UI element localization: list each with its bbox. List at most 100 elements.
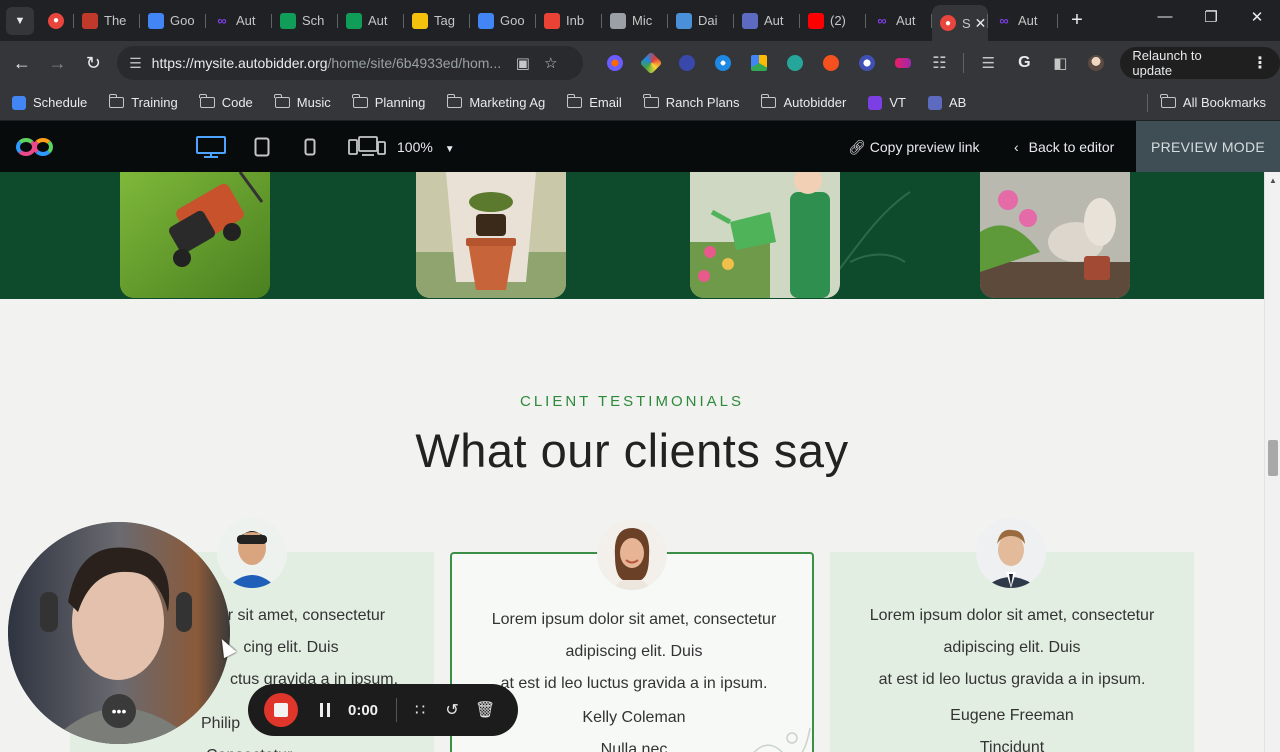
pause-icon[interactable] (320, 703, 330, 717)
stop-recording-button[interactable] (264, 693, 298, 727)
tab-label: Tag (434, 13, 455, 28)
reload-icon[interactable]: ↻ (75, 53, 111, 74)
chevron-down-icon: ▼ (444, 144, 455, 155)
scroll-up-icon[interactable]: ▲ (1269, 176, 1277, 185)
camera-icon[interactable]: ▣ (516, 55, 544, 72)
back-to-editor-button[interactable]: ‹ Back to editor (1014, 139, 1114, 155)
autobidder-logo-icon[interactable] (16, 136, 56, 158)
tab-2[interactable]: Goo (140, 5, 206, 37)
all-devices-icon[interactable] (348, 136, 386, 158)
tab-active-label: S (962, 15, 971, 31)
address-bar[interactable]: ☰ https://mysite.autobidder.org/home/sit… (117, 46, 584, 80)
device-switcher (196, 136, 386, 158)
tab-6[interactable]: Tag (404, 5, 470, 37)
desktop-view-icon[interactable] (196, 136, 226, 158)
bookmark-1[interactable]: Training (108, 94, 178, 110)
bookmark-2[interactable]: Code (199, 94, 253, 110)
extensions: ☷ ☰ G ◧ (597, 51, 1114, 75)
extension-t-icon[interactable] (813, 53, 849, 73)
playlist-icon[interactable]: ☰ (970, 53, 1006, 73)
bookmark-4[interactable]: Planning (352, 94, 426, 110)
site-settings-icon[interactable]: ☰ (129, 55, 142, 72)
extension-pink-icon[interactable] (885, 53, 921, 73)
bookmark-6[interactable]: Email (566, 94, 622, 110)
trash-icon[interactable]: 🗑︎ (475, 700, 495, 720)
folder-icon (274, 94, 290, 108)
bookmark-label: Marketing Ag (469, 95, 546, 110)
bookmark-3[interactable]: Music (274, 94, 331, 110)
google-icon[interactable]: G (1006, 53, 1042, 73)
extension-flower-icon[interactable] (597, 53, 633, 73)
all-bookmarks-button[interactable]: All Bookmarks (1160, 94, 1266, 110)
tab-8[interactable]: Inb (536, 5, 602, 37)
tab-12[interactable]: (2) (800, 5, 866, 37)
profile-avatar[interactable] (1078, 53, 1114, 73)
back-to-editor-label: Back to editor (1028, 139, 1115, 155)
tab-active[interactable]: ● S ✕ (932, 5, 988, 41)
bookmark-label: VT (889, 95, 906, 110)
extension-color-icon[interactable] (633, 51, 669, 75)
docs-icon (478, 12, 494, 29)
relaunch-button[interactable]: Relaunch to update ⋮ (1120, 47, 1280, 79)
tablet-view-icon[interactable] (254, 137, 270, 157)
bookmark-9[interactable]: VT (868, 95, 906, 110)
scrollbar-thumb[interactable] (1268, 440, 1278, 476)
folder-icon (108, 94, 125, 108)
extension-a-icon[interactable] (777, 53, 813, 73)
drive-icon[interactable] (741, 53, 777, 73)
browser-toolbar: ← → ↻ ☰ https://mysite.autobidder.org/ho… (0, 41, 1280, 85)
tab-last[interactable]: ∞ Aut (988, 5, 1058, 37)
puzzle-icon[interactable]: ☷ (921, 53, 957, 73)
tab-search-icon[interactable]: ▼ (6, 6, 34, 35)
grid-icon[interactable]: ∷ (411, 700, 429, 720)
tab-5[interactable]: Aut (338, 5, 404, 37)
service-photo-mowing (120, 172, 270, 298)
extension-globe-icon[interactable] (705, 53, 741, 73)
tab-label: (2) (830, 13, 846, 28)
restore-icon[interactable]: ❐ (1188, 8, 1234, 26)
bookmark-10[interactable]: AB (927, 95, 967, 110)
bookmark-label: AB (948, 95, 967, 110)
tab-7[interactable]: Goo (470, 5, 536, 37)
mobile-view-icon[interactable] (304, 138, 316, 156)
bookmark-7[interactable]: Ranch Plans (643, 94, 739, 110)
tab-4[interactable]: Sch (272, 5, 338, 37)
bookmarks-bar: Schedule Training Code Music Planning Marketi… (0, 85, 1280, 121)
bookmark-8[interactable]: Autobidder (760, 94, 846, 110)
new-tab-button[interactable]: + (1062, 9, 1092, 32)
zoom-select[interactable]: 100% ▼ (397, 139, 455, 155)
tab-3[interactable]: ∞ Aut (206, 5, 272, 37)
tab-13[interactable]: ∞ Aut (866, 5, 932, 37)
tab-0[interactable]: ● (40, 5, 74, 37)
back-arrow-icon[interactable]: ← (4, 53, 40, 74)
page-scrollbar[interactable]: ▲ (1264, 172, 1280, 752)
recorder-more-icon[interactable]: ••• (102, 694, 136, 728)
service-photo-watering (690, 172, 840, 298)
tab-1[interactable]: The (74, 5, 140, 37)
side-panel-icon[interactable]: ◧ (1042, 53, 1078, 73)
testimonial-3-quote-line-2: adipiscing elit. Duis (943, 639, 1081, 656)
tab-9[interactable]: Mic (602, 5, 668, 37)
bookmark-0[interactable]: Schedule (12, 95, 87, 110)
window-close-icon[interactable]: ✕ (1234, 8, 1280, 26)
link-icon: 🔗︎ (848, 139, 866, 155)
minimize-icon[interactable]: — (1142, 8, 1188, 25)
kebab-menu-icon[interactable]: ⋮ (1252, 53, 1268, 73)
star-icon[interactable]: ☆ (544, 55, 571, 72)
extension-circle-icon[interactable] (849, 53, 885, 73)
forward-arrow-icon[interactable]: → (40, 53, 76, 74)
bookmark-label: Schedule (33, 95, 88, 110)
close-icon[interactable]: ✕ (975, 15, 987, 32)
tab-11[interactable]: Aut (734, 5, 800, 37)
restart-icon[interactable]: ↺ (443, 700, 461, 720)
preview-mode-badge: PREVIEW MODE (1136, 121, 1280, 172)
section-heading: What our clients say (415, 424, 849, 477)
bookmark-5[interactable]: Marketing Ag (446, 94, 546, 110)
bookmark-label: Planning (374, 95, 426, 110)
copy-preview-link-button[interactable]: 🔗︎ Copy preview link (848, 139, 980, 156)
tab-label: Sch (302, 13, 325, 28)
folder-icon (199, 94, 215, 108)
testimonial-1-avatar (217, 518, 287, 588)
extension-z-icon[interactable] (669, 53, 705, 73)
tab-10[interactable]: Dai (668, 5, 734, 37)
